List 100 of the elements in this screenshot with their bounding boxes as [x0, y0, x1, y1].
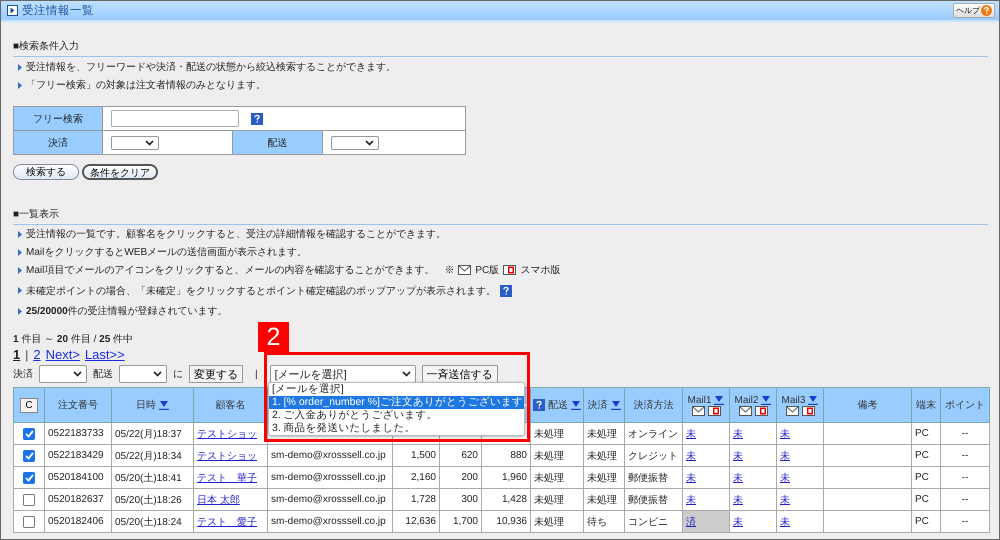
mail-select[interactable]: [メールを選択]: [270, 365, 416, 383]
menu-option[interactable]: 1. [% order_number %]ご注文ありがとうございます。: [269, 396, 524, 409]
page-link[interactable]: Last>>: [84, 347, 125, 362]
mail-link[interactable]: 未: [733, 472, 743, 484]
mail-link[interactable]: 未: [733, 450, 743, 462]
legend-text: PC版: [475, 264, 500, 277]
phone-icon: [708, 406, 720, 416]
sort-icon[interactable]: [571, 400, 581, 410]
mail-link[interactable]: 未: [686, 494, 696, 506]
menu-option[interactable]: 3. 商品を発送いたしました。: [269, 422, 524, 435]
page-link[interactable]: 1: [13, 347, 20, 362]
order-date: 05/20(土)18:24: [115, 516, 182, 528]
result-range: 1 件目 ～ 20 件目 / 25 件中: [13, 332, 134, 346]
control-label: 配送: [93, 368, 113, 381]
send-button[interactable]: 一斉送信する: [422, 365, 498, 383]
pager-separator: |: [25, 348, 28, 363]
row-checkbox[interactable]: [23, 428, 35, 440]
amount-text: 1,728: [410, 494, 436, 505]
change-button[interactable]: 変更する: [189, 365, 243, 383]
row-checkbox[interactable]: [23, 450, 35, 462]
mail-link[interactable]: 未: [686, 450, 696, 462]
mail-link[interactable]: 未: [686, 428, 696, 440]
device-text: PC: [915, 472, 929, 483]
section-heading: ■検索条件入力: [13, 39, 988, 57]
bullet-icon: [18, 266, 22, 274]
amount-text: 2,160: [410, 472, 436, 483]
column-header: 決済方法: [634, 400, 674, 411]
point-text: --: [962, 472, 968, 483]
shipping-status: 未処理: [534, 516, 564, 528]
order-number: 0520182637: [48, 494, 104, 505]
envelope-icon: [458, 265, 472, 275]
caret-icon: [402, 371, 411, 377]
sort-icon[interactable]: [610, 400, 620, 410]
device-text: PC: [915, 450, 929, 461]
sort-icon[interactable]: [761, 395, 772, 405]
note-text: 受注情報を、フリーワードや決済・配送の状態から絞込検索することができます。: [26, 60, 396, 74]
payment-select[interactable]: [111, 136, 160, 150]
amount-text: 200: [461, 472, 478, 483]
caret-icon: [364, 140, 374, 146]
help-icon[interactable]: [533, 399, 545, 411]
mail-link[interactable]: 未: [780, 516, 790, 528]
device-text: PC: [915, 516, 929, 527]
field-label: 配送: [232, 130, 322, 154]
mail-link[interactable]: 未: [780, 472, 790, 484]
column-header: 顧客名: [216, 400, 246, 411]
payment-status: 待ち: [587, 516, 607, 528]
shipping-select[interactable]: [330, 136, 379, 150]
control-label: に: [173, 368, 183, 381]
page-link[interactable]: 2: [33, 347, 41, 362]
mail-link[interactable]: 済: [686, 516, 696, 528]
phone-icon: [802, 406, 814, 416]
envelope-icon: [738, 406, 752, 416]
phone-icon: [503, 265, 516, 275]
page-link[interactable]: Next>: [46, 347, 80, 362]
sort-icon[interactable]: [714, 395, 724, 405]
bullet-icon: [18, 308, 22, 314]
phone-icon: [754, 406, 768, 416]
mail-link[interactable]: 未: [733, 428, 743, 440]
envelope-icon: [786, 406, 798, 416]
shipping-status: 未処理: [534, 494, 564, 506]
menu-option[interactable]: [メールを選択]: [269, 383, 524, 396]
device-text: PC: [915, 428, 929, 439]
row-checkbox[interactable]: [23, 494, 35, 506]
control-label: 決済: [13, 368, 33, 381]
column-header: Mail2: [734, 394, 758, 406]
mail-link[interactable]: 未: [733, 494, 743, 506]
row-checkbox[interactable]: [23, 516, 35, 528]
menu-option[interactable]: 2. ご入金ありがとうございます。: [269, 409, 524, 422]
payment-status: 未処理: [587, 450, 617, 462]
mail-link[interactable]: 未: [686, 472, 696, 484]
column-header: 端末: [916, 400, 936, 411]
email-text: sm-demo@xrosssell.co.jp: [271, 516, 386, 527]
search-field[interactable]: [111, 110, 240, 127]
field-label: 決済: [14, 130, 103, 154]
payment-method: オンライン: [628, 428, 678, 440]
note-text: 25/20000件の受注情報が登録されています。: [26, 304, 228, 318]
row-checkbox[interactable]: [23, 472, 35, 484]
mail-link[interactable]: 未: [780, 494, 790, 506]
sort-icon[interactable]: [808, 395, 818, 405]
search-button[interactable]: 検索する: [13, 164, 79, 180]
mail-link[interactable]: 未: [780, 450, 790, 462]
check-all-button[interactable]: C: [20, 398, 38, 412]
sort-icon[interactable]: [159, 400, 169, 410]
mail-link[interactable]: 未: [780, 428, 790, 440]
payment-method: 郵便振替: [628, 472, 668, 484]
amount-text: 1,428: [502, 494, 527, 505]
help-button[interactable]: ヘルプ: [953, 3, 995, 18]
bullet-icon: [18, 230, 22, 238]
caret-icon: [145, 140, 154, 146]
payment-status: 未処理: [587, 494, 617, 506]
payment-status: 未処理: [587, 472, 617, 484]
order-date: 05/22(月)18:34: [115, 450, 182, 462]
amount-text: 300: [461, 494, 478, 505]
email-text: sm-demo@xrosssell.co.jp: [271, 450, 386, 461]
envelope-icon: [692, 406, 704, 416]
help-icon[interactable]: [251, 112, 264, 124]
note-text: 未確定ポイントの場合、「未確定」をクリックするとポイント確定確認のポップアップが表示されます。: [26, 284, 496, 298]
mail-link[interactable]: 未: [733, 516, 743, 528]
help-icon[interactable]: [500, 284, 512, 296]
clear-button[interactable]: 条件をクリア: [82, 164, 158, 180]
